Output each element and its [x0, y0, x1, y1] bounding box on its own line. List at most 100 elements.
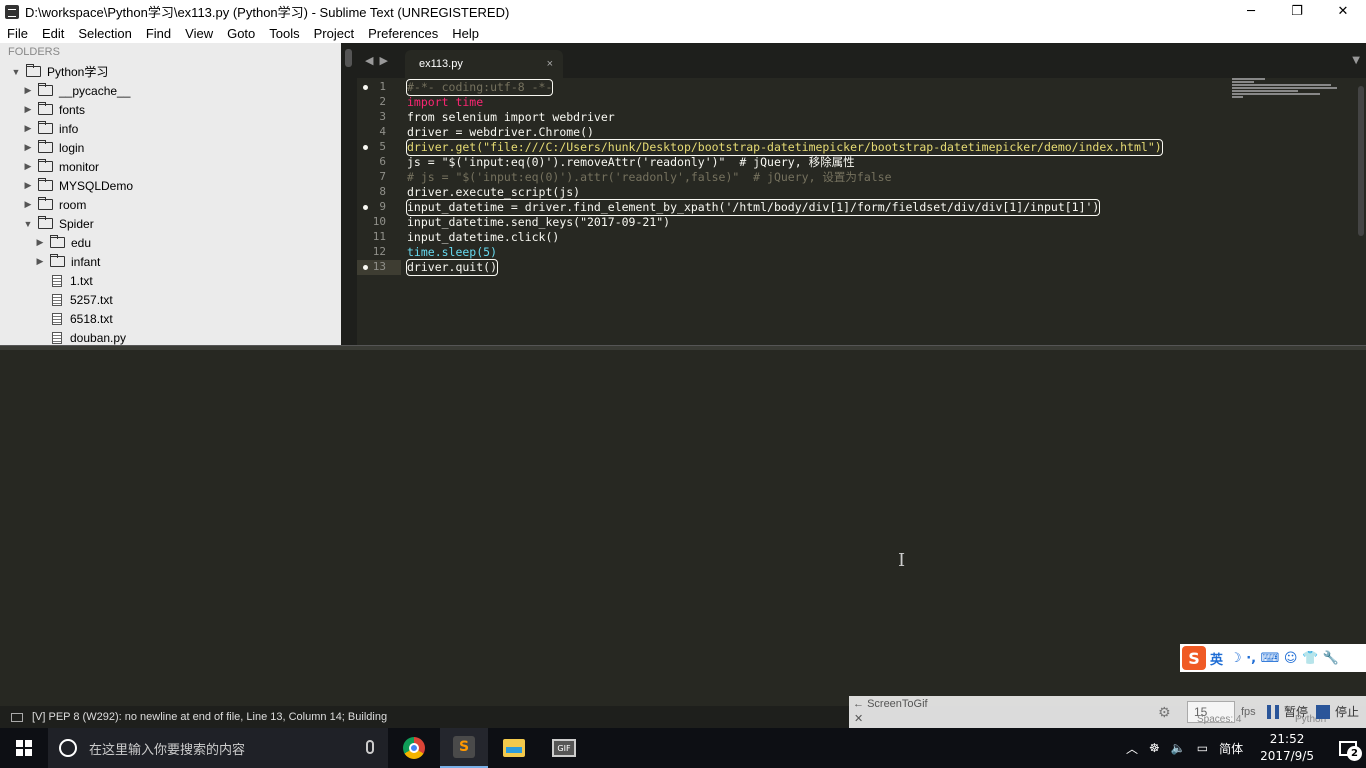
menu-preferences[interactable]: Preferences	[361, 26, 445, 41]
chevron-right-icon[interactable]: ▶	[22, 104, 34, 115]
menu-help[interactable]: Help	[445, 26, 486, 41]
chevron-right-icon[interactable]: ▶	[22, 161, 34, 172]
tree-folder[interactable]: ▶ fonts	[0, 100, 341, 119]
chevron-right-icon[interactable]: ▶	[34, 256, 46, 267]
line-number: 7	[379, 170, 386, 183]
tab-ex113[interactable]: ex113.py ×	[405, 50, 563, 78]
sidebar-scrollbar[interactable]	[341, 43, 357, 345]
file-icon	[52, 312, 62, 325]
code-line[interactable]: #-*- coding:utf-8 -*-	[405, 79, 554, 96]
chevron-down-icon[interactable]: ▼	[10, 67, 22, 77]
clock[interactable]: 21:52 2017/9/5	[1260, 731, 1314, 765]
menu-tools[interactable]: Tools	[262, 26, 306, 41]
close-window-button[interactable]: ✕	[1320, 0, 1366, 23]
cortana-icon[interactable]	[59, 739, 77, 757]
stop-button[interactable]: 停止	[1316, 703, 1359, 720]
tree-folder[interactable]: ▶ edu	[0, 233, 341, 252]
taskbar-app-chrome[interactable]	[390, 728, 438, 768]
tab-dropdown-icon[interactable]: ▼	[1352, 55, 1360, 66]
code-line[interactable]: time.sleep(5)	[407, 245, 497, 260]
chevron-right-icon[interactable]: ▶	[22, 123, 34, 134]
menu-find[interactable]: Find	[139, 26, 178, 41]
taskbar: 在这里输入你要搜索的内容 S GIF ︿ ☸ 🔈 ▭ 简体 21:52 2017…	[0, 728, 1366, 768]
sublime-app-icon	[5, 4, 19, 19]
code-line[interactable]: driver.execute_script(js)	[407, 185, 580, 200]
tree-folder[interactable]: ▶ info	[0, 119, 341, 138]
chevron-right-icon[interactable]: ▶	[22, 199, 34, 210]
tab-nav-arrows-icon[interactable]: ◀▶	[365, 54, 394, 67]
tree-folder[interactable]: ▶ __pycache__	[0, 81, 341, 100]
close-icon[interactable]: ✕	[854, 712, 863, 725]
code-line[interactable]: input_datetime.send_keys("2017-09-21")	[407, 215, 670, 230]
restore-button[interactable]: ❐	[1274, 0, 1320, 23]
chevron-down-icon[interactable]: ▼	[22, 219, 34, 229]
window-titlebar: D:\workspace\Python学习\ex113.py (Python学习…	[0, 0, 1366, 23]
build-output-panel[interactable]: I S 英 ☽ ·, ⌨ ☺ 👕 🔧	[0, 350, 1366, 706]
menu-file[interactable]: File	[0, 26, 35, 41]
menu-selection[interactable]: Selection	[71, 26, 138, 41]
code-line[interactable]: js = "$('input:eq(0)').removeAttr('reado…	[407, 155, 855, 170]
menu-goto[interactable]: Goto	[220, 26, 262, 41]
microphone-icon[interactable]	[366, 740, 374, 754]
taskbar-search[interactable]: 在这里输入你要搜索的内容	[48, 728, 388, 768]
chevron-right-icon[interactable]: ▶	[34, 237, 46, 248]
tree-folder[interactable]: ▶ MYSQLDemo	[0, 176, 341, 195]
tray-app-icon[interactable]: ☸	[1149, 741, 1160, 755]
tree-file[interactable]: 6518.txt	[0, 309, 341, 328]
volume-icon[interactable]: 🔈	[1171, 741, 1186, 755]
tree-file[interactable]: 1.txt	[0, 271, 341, 290]
menu-project[interactable]: Project	[307, 26, 361, 41]
menu-edit[interactable]: Edit	[35, 26, 71, 41]
tree-folder[interactable]: ▶ monitor	[0, 157, 341, 176]
ime-tool-icons[interactable]: ☽ ·, ⌨ ☺ 👕 🔧	[1230, 651, 1339, 666]
input-language[interactable]: 简体	[1219, 740, 1243, 757]
editor-scrollbar[interactable]	[1356, 78, 1366, 238]
gear-icon[interactable]: ⚙	[1158, 705, 1171, 721]
line-number: 2	[379, 95, 386, 108]
line-number: 1	[357, 80, 401, 95]
code-line[interactable]: driver.quit()	[405, 259, 499, 276]
folder-icon	[50, 254, 65, 267]
tree-file[interactable]: 5257.txt	[0, 290, 341, 309]
taskbar-app-explorer[interactable]	[490, 728, 538, 768]
code-line[interactable]: input_datetime = driver.find_element_by_…	[405, 199, 1101, 216]
clock-date: 2017/9/5	[1260, 749, 1314, 763]
taskbar-app-sublime[interactable]: S	[440, 728, 488, 768]
scrollbar-thumb[interactable]	[1358, 86, 1364, 236]
taskbar-app-screentogif[interactable]: GIF	[540, 728, 588, 768]
close-tab-icon[interactable]: ×	[547, 58, 553, 70]
notification-center-button[interactable]: 2	[1330, 728, 1366, 768]
chevron-right-icon[interactable]: ▶	[22, 142, 34, 153]
chevron-right-icon[interactable]: ▶	[22, 85, 34, 96]
code-line[interactable]: driver.get("file:///C:/Users/hunk/Deskto…	[406, 139, 1163, 156]
code-line[interactable]: driver = webdriver.Chrome()	[407, 125, 594, 140]
tree-folder[interactable]: ▶ login	[0, 138, 341, 157]
code-editor[interactable]: 1 2 3 4 5 6 7 8 9 10 11 12 13 #-*- codin…	[357, 78, 1366, 345]
sogou-logo-icon[interactable]: S	[1182, 646, 1206, 670]
status-text: [V] PEP 8 (W292): no newline at end of f…	[32, 711, 388, 723]
ime-toolbar[interactable]: S 英 ☽ ·, ⌨ ☺ 👕 🔧	[1180, 644, 1366, 672]
tree-folder[interactable]: ▼ Spider	[0, 214, 341, 233]
tree-folder[interactable]: ▶ room	[0, 195, 341, 214]
chevron-right-icon[interactable]: ▶	[22, 180, 34, 191]
tree-folder[interactable]: ▶ infant	[0, 252, 341, 271]
tree-label: 5257.txt	[70, 292, 113, 307]
tree-root-folder[interactable]: ▼ Python学习	[0, 62, 341, 81]
minimap[interactable]	[1232, 78, 1342, 108]
network-icon[interactable]: ▭	[1197, 741, 1208, 755]
code-line[interactable]: from selenium import webdriver	[407, 110, 615, 125]
sublime-icon: S	[453, 736, 475, 758]
tree-file[interactable]: douban.py	[0, 328, 341, 345]
menu-view[interactable]: View	[178, 26, 220, 41]
chevron-up-icon[interactable]: ︿	[1126, 740, 1138, 757]
code-line[interactable]: import time	[407, 95, 483, 110]
code-line[interactable]: input_datetime.click()	[407, 230, 559, 245]
tree-label: douban.py	[70, 330, 127, 345]
minimize-button[interactable]: ─	[1228, 0, 1274, 23]
start-button[interactable]	[0, 728, 48, 768]
ime-mode[interactable]: 英	[1210, 649, 1223, 668]
tree-label: 1.txt	[70, 273, 93, 288]
code-line[interactable]: # js = "$('input:eq(0)').attr('readonly'…	[407, 170, 892, 185]
scrollbar-thumb[interactable]	[345, 49, 352, 67]
panel-toggle-icon[interactable]	[11, 712, 23, 722]
